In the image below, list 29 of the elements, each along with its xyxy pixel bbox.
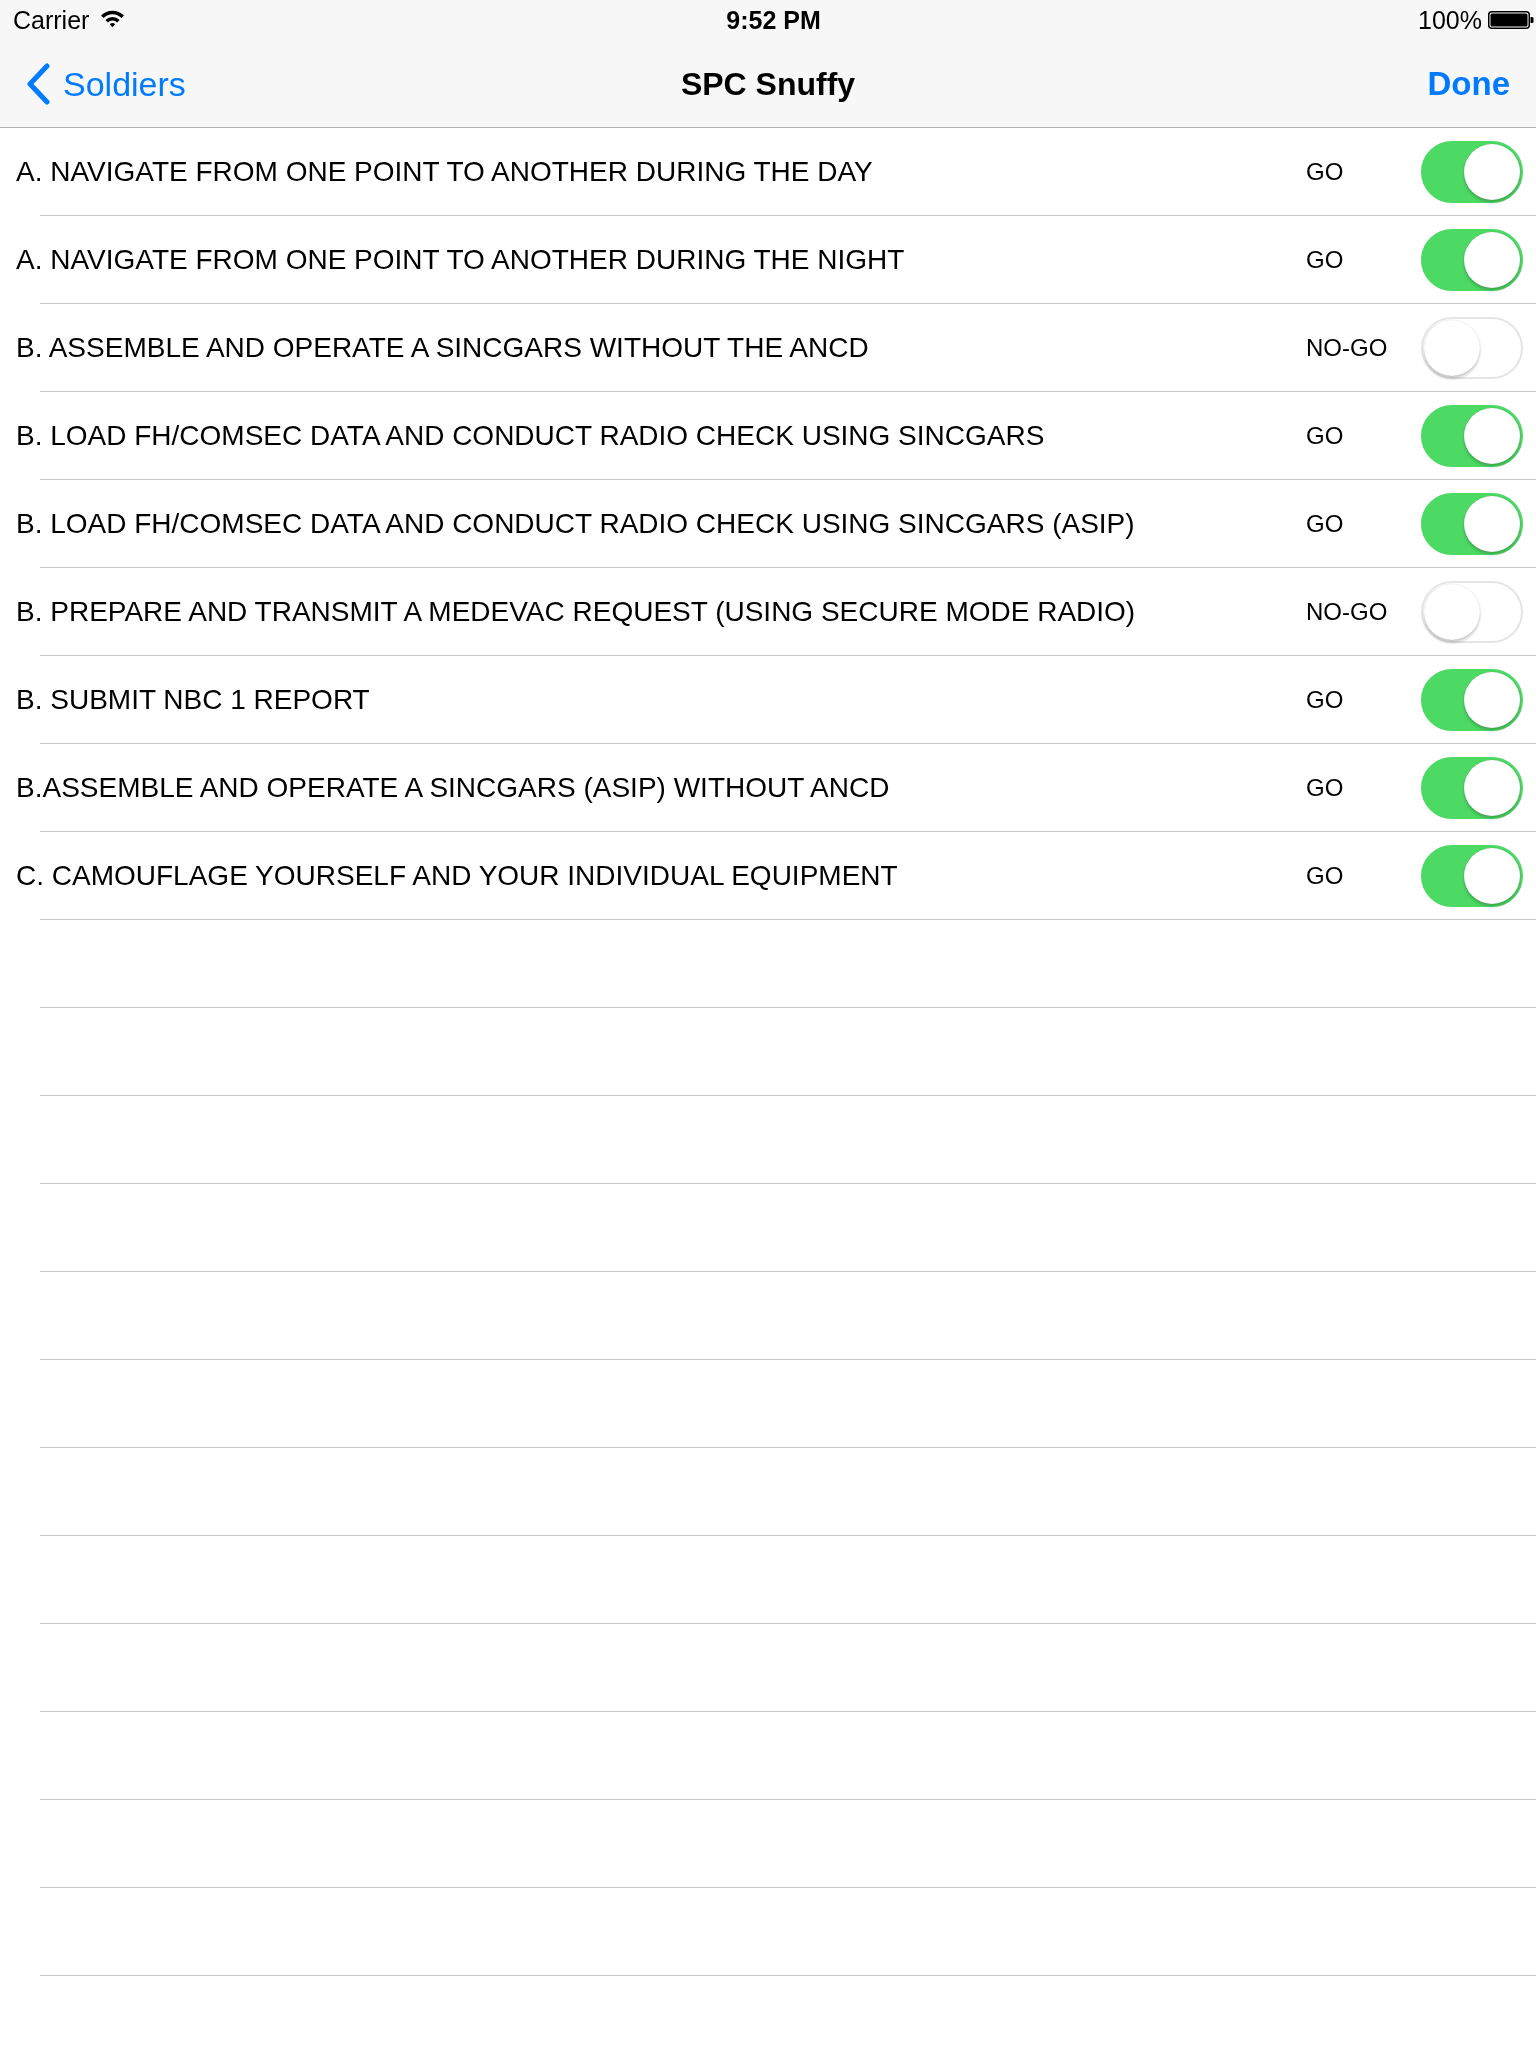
time-label: 9:52 PM [726, 5, 821, 35]
toggle-switch[interactable] [1421, 493, 1523, 555]
result-label: GO [1306, 157, 1345, 187]
task-name: B. SUBMIT NBC 1 REPORT [16, 683, 371, 717]
result-label: NO-GO [1306, 333, 1389, 363]
result-label: GO [1306, 509, 1345, 539]
task-name: B.ASSEMBLE AND OPERATE A SINCGARS (ASIP) WITHOUT ANCD [16, 771, 891, 805]
carrier-label: Carrier [13, 5, 90, 35]
chevron-icon [25, 62, 51, 105]
result-label: NO-GO [1306, 597, 1389, 627]
wifi-icon [100, 8, 126, 28]
battery-percentage: 100% [1418, 5, 1482, 35]
battery-icon [1488, 11, 1534, 29]
result-label: GO [1306, 861, 1345, 891]
task-name: A. NAVIGATE FROM ONE POINT TO ANOTHER DURING THE DAY [16, 155, 874, 189]
result-label: GO [1306, 773, 1345, 803]
screen-title: SPC Snuffy [680, 64, 856, 104]
result-label: GO [1306, 245, 1345, 275]
task-name: B. LOAD FH/COMSEC DATA AND CONDUCT RADIO CHECK USING SINCGARS (ASIP) [16, 507, 1136, 541]
done-button[interactable]: Done [1427, 63, 1510, 104]
task-name: B. ASSEMBLE AND OPERATE A SINCGARS WITHOUT THE ANCD [16, 331, 870, 365]
task-name: B. LOAD FH/COMSEC DATA AND CONDUCT RADIO CHECK USING SINCGARS [16, 419, 1046, 453]
result-label: GO [1306, 421, 1345, 451]
task-name: C. CAMOUFLAGE YOURSELF AND YOUR INDIVIDUAL EQUIPMENT [16, 859, 899, 893]
result-label: GO [1306, 685, 1345, 715]
task-name: B. PREPARE AND TRANSMIT A MEDEVAC REQUEST (USING SECURE MODE RADIO) [16, 595, 1137, 629]
toggle-switch[interactable] [1421, 229, 1523, 291]
back-button[interactable]: Soldiers [25, 62, 186, 105]
task-name: A. NAVIGATE FROM ONE POINT TO ANOTHER DURING THE NIGHT [16, 243, 906, 277]
